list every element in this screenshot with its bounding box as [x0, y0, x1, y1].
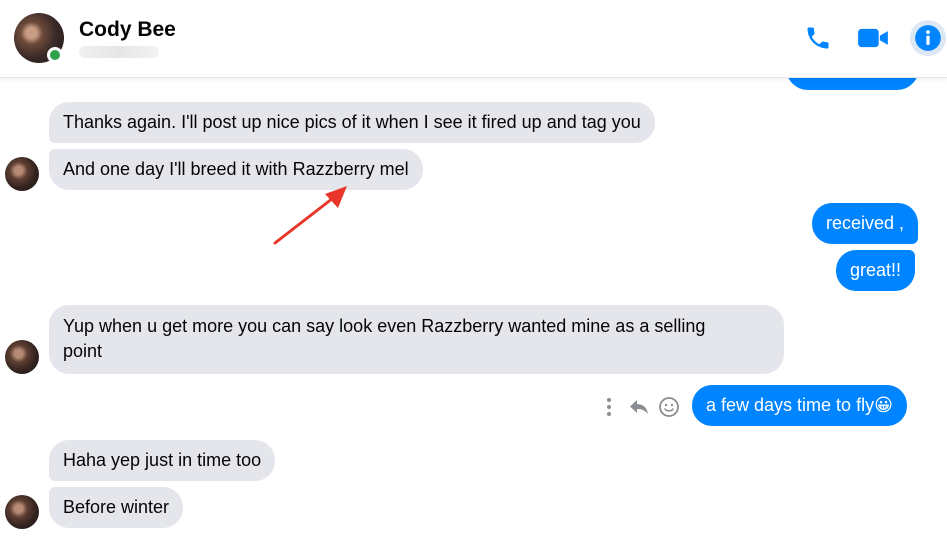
outgoing-message-bubble[interactable]: received ,: [812, 203, 919, 244]
contact-avatar-small[interactable]: [5, 340, 39, 374]
message-text: great!!: [850, 260, 902, 280]
message-text: a few days time to fly: [706, 395, 875, 415]
message-text-line: Yup when u get more you can say look eve…: [63, 316, 706, 336]
more-options-button[interactable]: [596, 394, 622, 420]
reply-button[interactable]: [626, 394, 652, 420]
info-icon: [915, 25, 941, 51]
video-call-button[interactable]: [855, 20, 891, 56]
message-text: received ,: [826, 213, 905, 233]
phone-icon: [807, 27, 829, 49]
message-text-line: point: [63, 341, 103, 361]
contact-avatar-small[interactable]: [5, 495, 39, 529]
incoming-message-bubble[interactable]: Before winter: [49, 487, 184, 528]
message-actions: [592, 394, 682, 420]
call-button[interactable]: [800, 20, 836, 56]
grinning-emoji: 😀: [874, 395, 893, 415]
conversation-header: Cody Bee: [0, 0, 947, 78]
conversation-info-button[interactable]: [910, 20, 946, 56]
react-button[interactable]: [656, 394, 682, 420]
outgoing-message-bubble[interactable]: great!!: [836, 250, 916, 291]
incoming-message-bubble[interactable]: Yup when u get more you can say look eve…: [49, 305, 784, 374]
outgoing-message-bubble[interactable]: a few days time to fly😀: [692, 385, 907, 426]
video-camera-icon: [858, 28, 888, 48]
online-status-indicator: [47, 47, 63, 63]
message-text: Before winter: [63, 497, 170, 517]
contact-status-blurred: [79, 46, 159, 58]
incoming-message-bubble[interactable]: Haha yep just in time too: [49, 440, 276, 481]
reply-icon: [630, 400, 648, 414]
message-text: Haha yep just in time too: [63, 450, 262, 470]
contact-name[interactable]: Cody Bee: [79, 18, 176, 42]
more-options-icon: [607, 398, 611, 416]
react-icon: [659, 397, 679, 417]
